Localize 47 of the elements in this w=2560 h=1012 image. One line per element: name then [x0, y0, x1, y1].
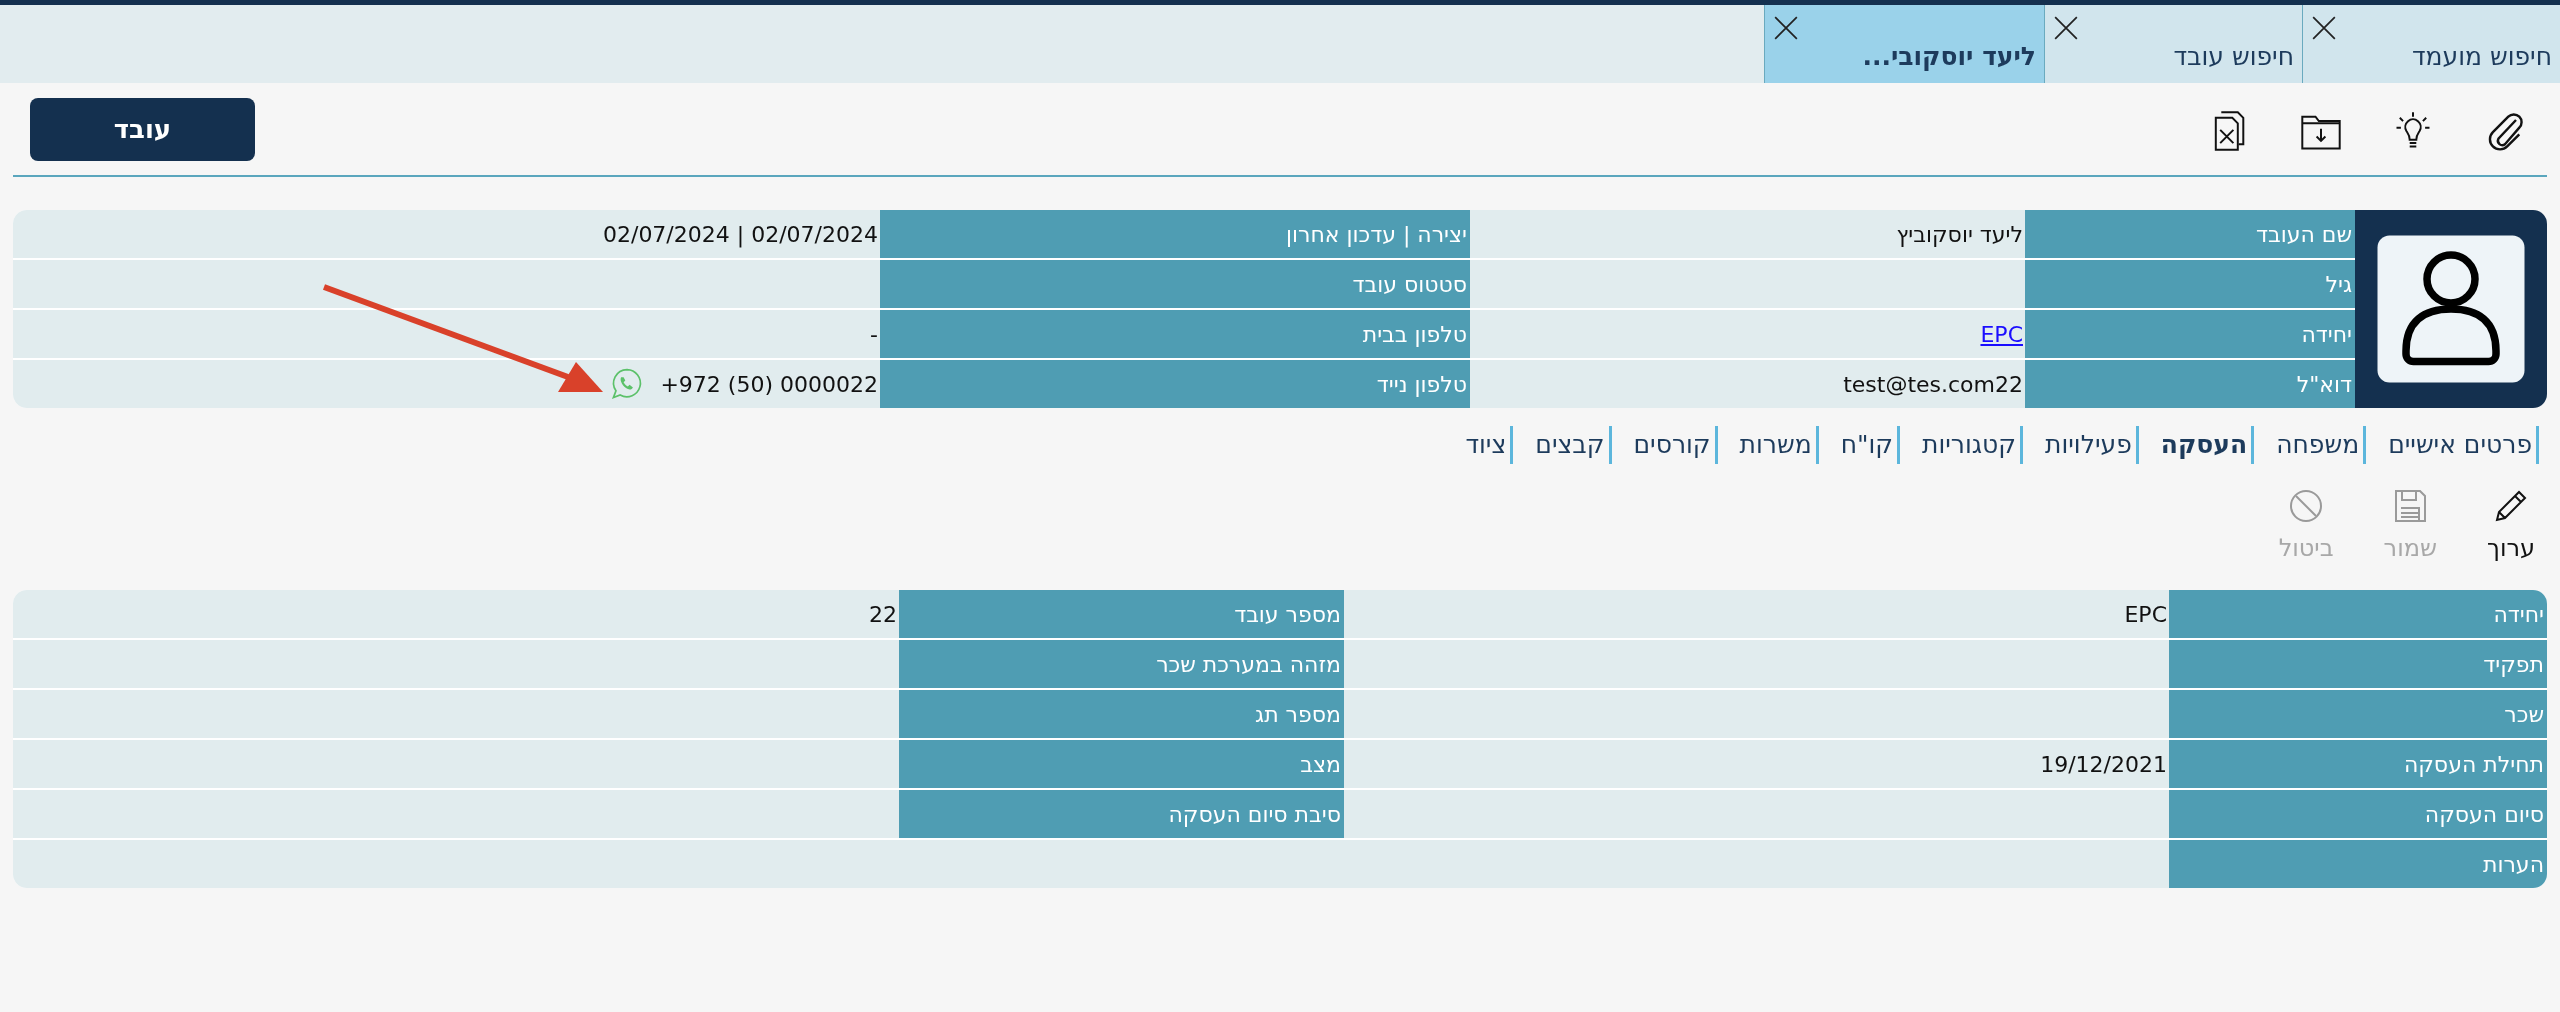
- field-label: תחילת העסקה: [2169, 740, 2547, 788]
- window-tab[interactable]: ליעד יוסקובי...: [1764, 5, 2044, 83]
- field-label: טלפון בבית: [880, 310, 1470, 358]
- close-icon[interactable]: [2311, 15, 2337, 41]
- field-label: תפקיד: [2169, 640, 2547, 688]
- window-tab[interactable]: חיפוש עובד: [2044, 5, 2302, 83]
- section-tab[interactable]: משרות: [1717, 426, 1819, 464]
- field-label: יחידה: [2169, 590, 2547, 638]
- value-cell: test@tes.com22: [1470, 360, 2025, 408]
- section-tab[interactable]: העסקה: [2138, 426, 2255, 464]
- section-tab[interactable]: פרטים אישיים: [2366, 426, 2539, 464]
- field-label: מזהה במערכת שכר: [899, 640, 1344, 688]
- field-label: הערות: [2169, 840, 2547, 888]
- close-icon[interactable]: [2053, 15, 2079, 41]
- value-cell: -: [13, 310, 880, 358]
- field-label: דוא"ל: [2025, 360, 2355, 408]
- section-tab[interactable]: קבצים: [1513, 426, 1612, 464]
- section-tab[interactable]: קו"ח: [1818, 426, 1900, 464]
- field-label: סיום העסקה: [2169, 790, 2547, 838]
- field-label: יצירה | עדכון אחרון: [880, 210, 1470, 258]
- section-tab[interactable]: ציוד: [1443, 426, 1514, 464]
- value-cell: 22: [13, 590, 899, 638]
- field-label: מספר עובד: [899, 590, 1344, 638]
- section-tab[interactable]: משפחה: [2254, 426, 2367, 464]
- window-tab[interactable]: חיפוש מועמד: [2302, 5, 2560, 83]
- close-icon[interactable]: [1773, 15, 1799, 41]
- value-cell: 19/12/2021: [1344, 740, 2169, 788]
- value-cell: ליעד יוסקוביץ: [1470, 210, 2025, 258]
- field-label: שכר: [2169, 690, 2547, 738]
- action-button[interactable]: ערוך: [2487, 486, 2535, 562]
- field-label: טלפון נייד: [880, 360, 1470, 408]
- unit-link[interactable]: EPC: [1980, 321, 2023, 347]
- field-label: שם העובד: [2025, 210, 2355, 258]
- field-label: סטטוס עובד: [880, 260, 1470, 308]
- phone-number: +972 (50) 0000022: [660, 371, 878, 397]
- value-cell: EPC: [1344, 590, 2169, 638]
- section-tab[interactable]: פעילויות: [2023, 426, 2139, 464]
- field-label: יחידה: [2025, 310, 2355, 358]
- field-label: גיל: [2025, 260, 2355, 308]
- section-tab[interactable]: קורסים: [1611, 426, 1718, 464]
- avatar-icon: [2376, 234, 2526, 384]
- employee-button[interactable]: עובד: [30, 97, 255, 161]
- field-label: מספר תג: [899, 690, 1344, 738]
- field-label: מצב: [899, 740, 1344, 788]
- field-label: סיבת סיום העסקה: [899, 790, 1344, 838]
- value-cell: 02/07/2024 | 02/07/2024: [13, 210, 880, 258]
- section-tab[interactable]: קטגוריות: [1900, 426, 2024, 464]
